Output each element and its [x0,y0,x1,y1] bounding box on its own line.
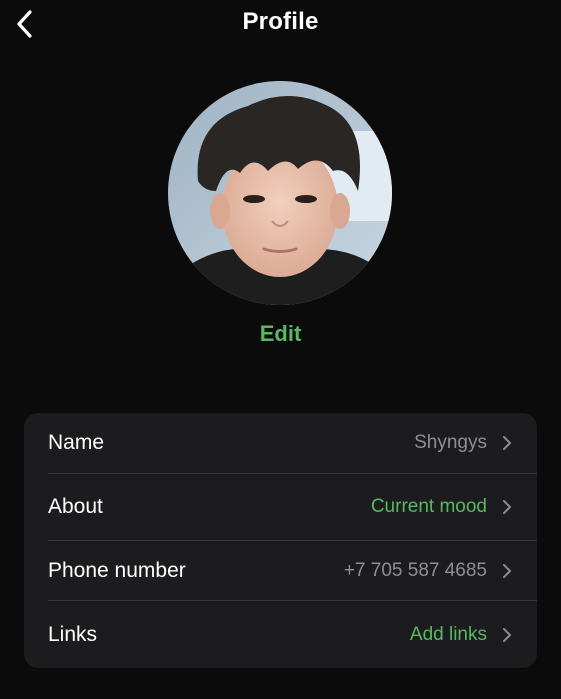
row-value: Add links [409,623,487,645]
row-about[interactable]: About Current mood [24,474,537,540]
chevron-right-icon [501,498,513,516]
chevron-right-icon [501,626,513,644]
row-value: +7 705 587 4685 [343,559,487,581]
profile-photo [168,81,392,305]
row-value: Shyngys [414,432,487,453]
avatar[interactable] [168,81,392,305]
row-name[interactable]: Name Shyngys [24,413,537,473]
edit-photo-button[interactable]: Edit [0,321,561,347]
page-title: Profile [242,8,319,35]
profile-info-card: Name Shyngys About Current mood Phone nu… [24,413,537,668]
row-label: Links [48,622,98,646]
row-phone-number[interactable]: Phone number +7 705 587 4685 [24,541,537,600]
chevron-right-icon [501,434,513,452]
row-links[interactable]: Links Add links [24,601,537,668]
row-label: Name [48,431,105,454]
row-label: Phone number [48,558,186,582]
row-label: About [48,495,103,518]
row-value: Current mood [370,496,487,517]
chevron-right-icon [501,562,513,580]
top-bar: Profile [0,0,561,48]
